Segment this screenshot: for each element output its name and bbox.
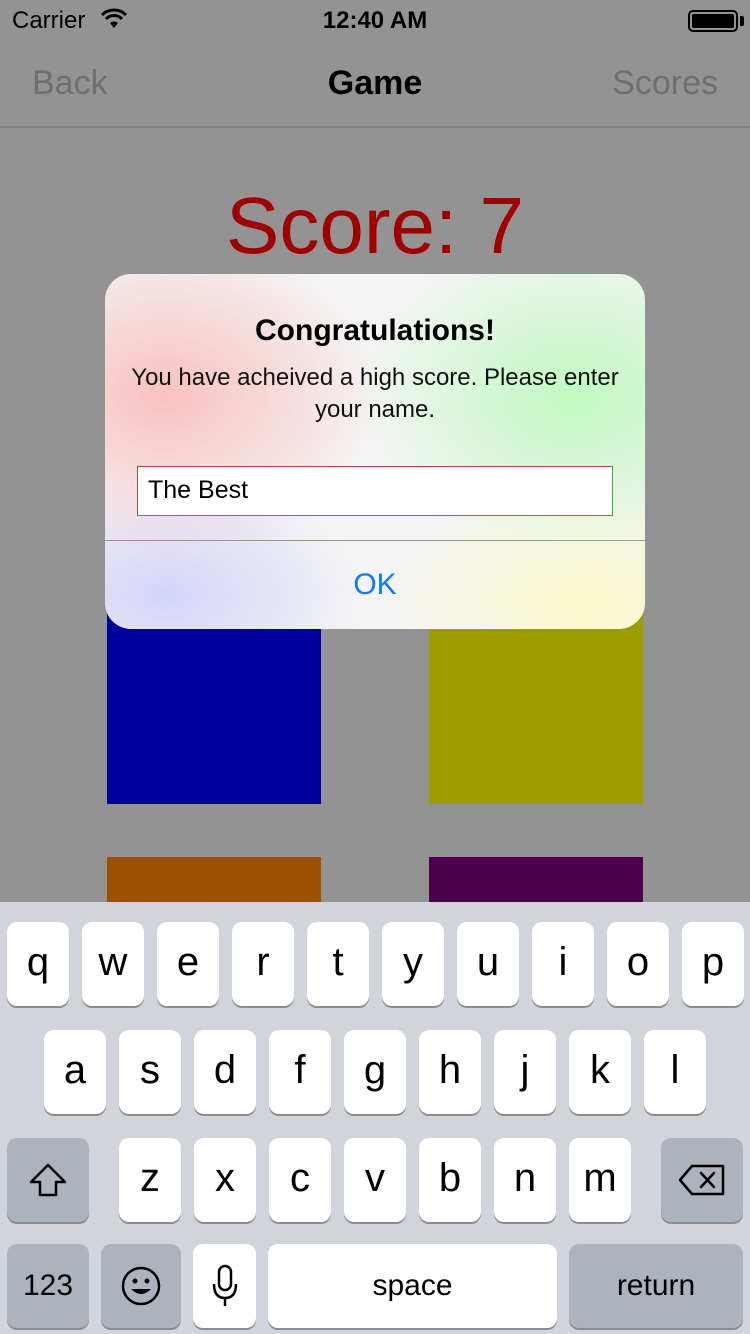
blue-tile[interactable] [107, 600, 321, 804]
alert-title: Congratulations! [255, 314, 495, 347]
alert-message: You have acheived a high score. Please e… [131, 364, 619, 423]
name-input[interactable]: The Best [137, 466, 613, 516]
key-t[interactable]: t [307, 922, 369, 1006]
navigation-bar: Back Game Scores [0, 40, 750, 128]
key-h[interactable]: h [419, 1030, 481, 1114]
key-j[interactable]: j [494, 1030, 556, 1114]
numbers-key[interactable]: 123 [7, 1244, 89, 1328]
key-b[interactable]: b [419, 1138, 481, 1222]
key-u[interactable]: u [457, 922, 519, 1006]
clock: 12:40 AM [322, 7, 428, 34]
key-i[interactable]: i [532, 922, 594, 1006]
ok-button[interactable]: OK [105, 541, 645, 629]
space-key[interactable]: space [268, 1244, 557, 1328]
return-key[interactable]: return [569, 1244, 743, 1328]
microphone-key[interactable] [193, 1244, 256, 1328]
key-d[interactable]: d [194, 1030, 256, 1114]
shift-key[interactable] [7, 1138, 89, 1222]
key-c[interactable]: c [269, 1138, 331, 1222]
backspace-icon [678, 1164, 725, 1196]
key-f[interactable]: f [269, 1030, 331, 1114]
keyboard: q w e r t y u i o p a s d f g h j k l z … [0, 902, 750, 1334]
yellow-tile[interactable] [429, 600, 643, 804]
key-k[interactable]: k [569, 1030, 631, 1114]
key-g[interactable]: g [344, 1030, 406, 1114]
key-m[interactable]: m [569, 1138, 631, 1222]
status-bar: Carrier 12:40 AM [0, 0, 750, 40]
key-s[interactable]: s [119, 1030, 181, 1114]
key-v[interactable]: v [344, 1138, 406, 1222]
battery-cap [740, 16, 744, 26]
score-label: Score: 7 [226, 181, 524, 270]
key-r[interactable]: r [232, 922, 294, 1006]
key-x[interactable]: x [194, 1138, 256, 1222]
key-a[interactable]: a [44, 1030, 106, 1114]
emoji-icon [121, 1266, 161, 1306]
emoji-key[interactable] [101, 1244, 181, 1328]
scores-button[interactable]: Scores [612, 64, 718, 103]
key-e[interactable]: e [157, 922, 219, 1006]
microphone-icon [212, 1264, 237, 1306]
battery-icon [688, 10, 738, 32]
key-q[interactable]: q [7, 922, 69, 1006]
shift-icon [29, 1163, 67, 1197]
key-p[interactable]: p [682, 922, 744, 1006]
key-z[interactable]: z [119, 1138, 181, 1222]
key-y[interactable]: y [382, 922, 444, 1006]
key-n[interactable]: n [494, 1138, 556, 1222]
high-score-alert: Congratulations! You have acheived a hig… [105, 274, 645, 629]
key-l[interactable]: l [644, 1030, 706, 1114]
key-o[interactable]: o [607, 922, 669, 1006]
backspace-key[interactable] [661, 1138, 743, 1222]
key-w[interactable]: w [82, 922, 144, 1006]
